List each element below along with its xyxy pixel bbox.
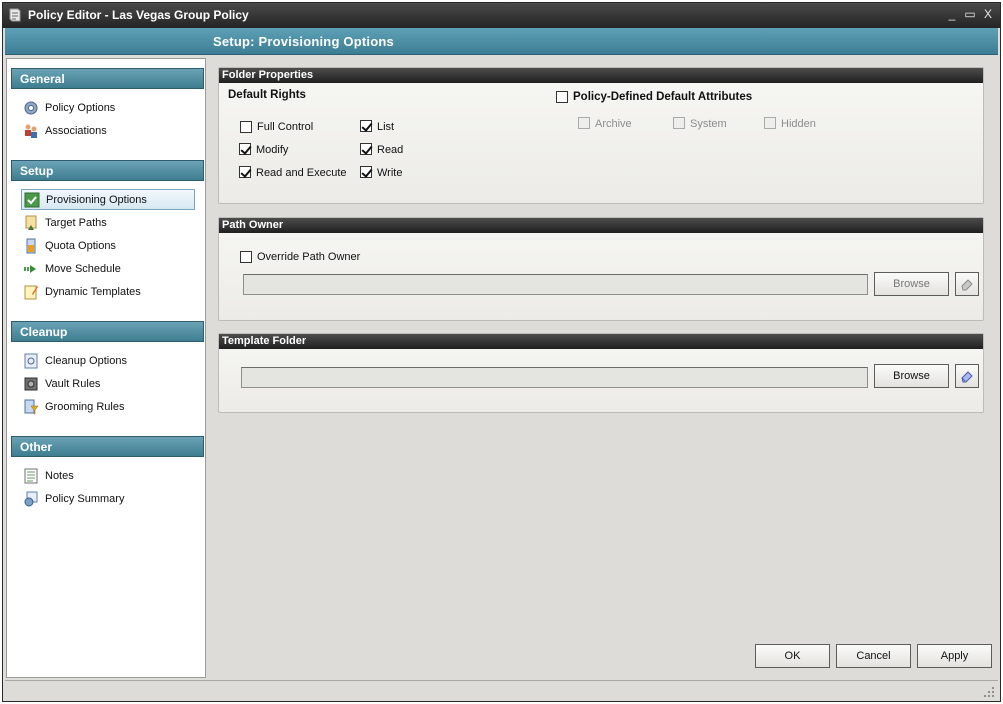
full-control-checkbox[interactable] xyxy=(240,121,252,133)
path-owner-panel: Path Owner Override Path Owner Browse xyxy=(218,217,984,321)
sidebar-item-label: Target Paths xyxy=(45,216,107,229)
cleanup-icon xyxy=(24,353,38,368)
sidebar-item-label: Policy Summary xyxy=(45,492,125,505)
users-icon xyxy=(25,124,37,138)
quota-icon xyxy=(26,238,36,253)
target-paths-icon xyxy=(25,215,37,230)
default-attributes-label: Policy-Defined Default Attributes xyxy=(573,91,753,103)
panel-title: Template Folder xyxy=(219,334,983,349)
read-checkbox[interactable] xyxy=(360,143,372,155)
window-title: Policy Editor - Las Vegas Group Policy xyxy=(28,8,249,22)
system-checkbox[interactable] xyxy=(673,117,685,129)
sidebar-item-label: Associations xyxy=(45,124,107,137)
path-owner-field[interactable] xyxy=(243,274,868,295)
sidebar-section-cleanup: Cleanup xyxy=(11,321,204,342)
system-label: System xyxy=(690,118,727,130)
main-content: Folder Properties Default Rights Full Co… xyxy=(208,58,1000,678)
check-icon xyxy=(24,192,40,207)
write-checkbox[interactable] xyxy=(360,166,372,178)
status-bar xyxy=(5,680,998,700)
full-control-label: Full Control xyxy=(257,121,314,133)
minimize-button[interactable]: _ xyxy=(946,7,958,21)
sidebar-item-associations[interactable]: Associations xyxy=(21,120,195,141)
sidebar: General Policy Options Associations Setu… xyxy=(6,58,206,678)
sidebar-item-policy-summary[interactable]: Policy Summary xyxy=(21,488,195,509)
sidebar-item-label: Policy Options xyxy=(45,101,116,114)
summary-icon xyxy=(24,491,38,506)
sidebar-item-label: Notes xyxy=(45,469,74,482)
ok-button[interactable]: OK xyxy=(755,644,830,668)
sidebar-section-setup: Setup xyxy=(11,160,204,181)
path-owner-browse-button[interactable]: Browse xyxy=(874,272,949,296)
template-icon xyxy=(24,285,38,299)
grooming-icon xyxy=(24,399,39,414)
page-header: Setup: Provisioning Options xyxy=(5,28,998,55)
template-folder-browse-button[interactable]: Browse xyxy=(874,364,949,388)
hidden-checkbox[interactable] xyxy=(764,117,776,129)
sidebar-item-target-paths[interactable]: Target Paths xyxy=(21,212,195,233)
override-path-owner-label: Override Path Owner xyxy=(257,251,361,263)
maximize-button[interactable]: ▭ xyxy=(964,7,976,21)
sidebar-item-label: Vault Rules xyxy=(45,377,101,390)
eraser-icon xyxy=(961,279,973,291)
list-label: List xyxy=(377,121,395,133)
template-folder-field[interactable] xyxy=(241,367,868,388)
move-arrow-icon xyxy=(24,264,36,273)
sidebar-item-label: Grooming Rules xyxy=(45,400,125,413)
sidebar-item-cleanup-options[interactable]: Cleanup Options xyxy=(21,350,195,371)
sidebar-item-label: Move Schedule xyxy=(45,262,121,275)
sidebar-item-vault-rules[interactable]: Vault Rules xyxy=(21,373,195,394)
sidebar-item-dynamic-templates[interactable]: Dynamic Templates xyxy=(21,281,195,302)
page-title: Setup: Provisioning Options xyxy=(213,34,394,49)
folder-properties-panel: Folder Properties Default Rights Full Co… xyxy=(218,67,984,204)
list-checkbox[interactable] xyxy=(360,120,372,132)
sidebar-section-general: General xyxy=(11,68,204,89)
gear-icon xyxy=(24,101,38,114)
sidebar-item-move-schedule[interactable]: Move Schedule xyxy=(21,258,195,279)
default-rights-heading: Default Rights xyxy=(228,89,306,101)
modify-checkbox[interactable] xyxy=(239,143,251,155)
sidebar-item-policy-options[interactable]: Policy Options xyxy=(21,97,195,118)
sidebar-item-label: Dynamic Templates xyxy=(45,285,141,298)
apply-button[interactable]: Apply xyxy=(917,644,992,668)
read-and-execute-label: Read and Execute xyxy=(256,167,347,179)
modify-label: Modify xyxy=(256,144,289,156)
default-attributes-checkbox[interactable] xyxy=(556,91,568,103)
sidebar-item-label: Quota Options xyxy=(45,239,116,252)
sidebar-item-provisioning-options[interactable]: Provisioning Options xyxy=(21,189,195,210)
hidden-label: Hidden xyxy=(781,118,816,130)
path-owner-clear-button[interactable] xyxy=(955,272,979,296)
sidebar-item-label: Provisioning Options xyxy=(46,193,147,206)
read-label: Read xyxy=(377,144,404,156)
scroll-icon xyxy=(9,8,21,22)
notes-icon xyxy=(24,468,38,483)
archive-checkbox[interactable] xyxy=(578,117,590,129)
override-path-owner-checkbox[interactable] xyxy=(240,251,252,263)
read-and-execute-checkbox[interactable] xyxy=(239,166,251,178)
close-button[interactable]: X xyxy=(982,7,994,21)
sidebar-section-other: Other xyxy=(11,436,204,457)
vault-icon xyxy=(24,377,38,390)
cancel-button[interactable]: Cancel xyxy=(836,644,911,668)
panel-title: Folder Properties xyxy=(219,68,983,83)
archive-label: Archive xyxy=(595,118,632,130)
title-bar[interactable]: Policy Editor - Las Vegas Group Policy _… xyxy=(3,3,1000,28)
sidebar-item-grooming-rules[interactable]: Grooming Rules xyxy=(21,396,195,417)
template-folder-panel: Template Folder Browse xyxy=(218,333,984,413)
sidebar-item-label: Cleanup Options xyxy=(45,354,127,367)
eraser-icon xyxy=(961,371,973,383)
template-folder-clear-button[interactable] xyxy=(955,364,979,388)
panel-title: Path Owner xyxy=(219,218,983,233)
write-label: Write xyxy=(377,167,403,179)
sidebar-item-quota-options[interactable]: Quota Options xyxy=(21,235,195,256)
policy-editor-window: Policy Editor - Las Vegas Group Policy _… xyxy=(2,2,1001,702)
resize-grip-icon[interactable] xyxy=(983,686,995,698)
sidebar-item-notes[interactable]: Notes xyxy=(21,465,195,486)
